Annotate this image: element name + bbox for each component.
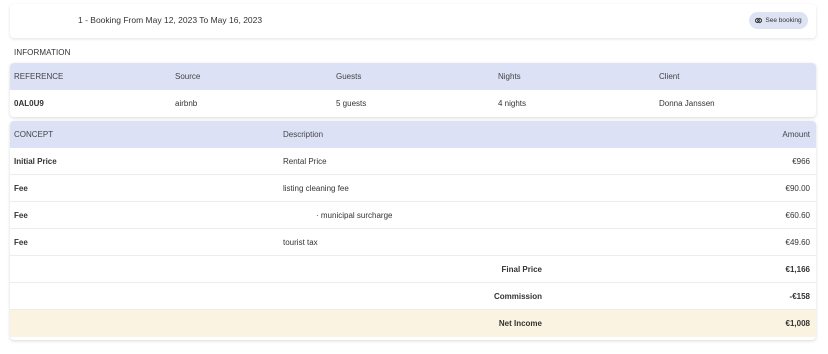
description-cell: · municipal surcharge bbox=[316, 210, 393, 220]
final-price-row: Final Price €1,166 bbox=[10, 256, 816, 283]
column-header-amount: Amount bbox=[782, 130, 810, 139]
information-row: 0AL0U9 airbnb 5 guests 4 nights Donna Ja… bbox=[10, 90, 816, 117]
concepts-table: CONCEPT Description Amount Initial Price… bbox=[10, 121, 816, 340]
amount-cell: €60.60 bbox=[785, 210, 810, 220]
amount-cell: €966 bbox=[792, 156, 810, 166]
booking-title: 1 - Booking From May 12, 2023 To May 16,… bbox=[78, 15, 263, 25]
concept-cell: Fee bbox=[14, 237, 28, 247]
description-cell: listing cleaning fee bbox=[283, 183, 349, 193]
column-header-reference: REFERENCE bbox=[14, 72, 64, 81]
commission-label: Commission bbox=[493, 291, 542, 301]
guests-value: 5 guests bbox=[336, 99, 367, 108]
table-row: Fee · municipal surcharge €60.60 bbox=[10, 202, 816, 229]
see-booking-button[interactable]: See booking bbox=[749, 12, 808, 29]
description-cell: Rental Price bbox=[283, 156, 327, 166]
concept-cell: Initial Price bbox=[14, 156, 57, 166]
table-row: Fee listing cleaning fee €90.00 bbox=[10, 175, 816, 202]
see-booking-label: See booking bbox=[765, 17, 802, 24]
amount-cell: €49.60 bbox=[785, 237, 810, 247]
concepts-header-row: CONCEPT Description Amount bbox=[10, 121, 816, 148]
column-header-nights: Nights bbox=[498, 72, 521, 81]
information-table: REFERENCE Source Guests Nights Client 0A… bbox=[10, 63, 816, 117]
column-header-guests: Guests bbox=[336, 72, 362, 81]
amount-cell: €90.00 bbox=[785, 183, 810, 193]
client-value: Donna Janssen bbox=[659, 99, 715, 108]
column-header-client: Client bbox=[659, 72, 680, 81]
table-row: Fee tourist tax €49.60 bbox=[10, 229, 816, 256]
column-header-source: Source bbox=[175, 72, 201, 81]
net-income-row: Net Income €1,008 bbox=[10, 310, 816, 337]
concept-cell: Fee bbox=[14, 183, 28, 193]
concept-cell: Fee bbox=[14, 210, 28, 220]
information-header-row: REFERENCE Source Guests Nights Client bbox=[10, 63, 816, 90]
table-row: Initial Price Rental Price €966 bbox=[10, 148, 816, 175]
column-header-description: Description bbox=[283, 130, 324, 139]
source-value: airbnb bbox=[175, 99, 198, 108]
commission-row: Commission -€158 bbox=[10, 283, 816, 310]
description-cell: tourist tax bbox=[283, 237, 318, 247]
booking-header: 1 - Booking From May 12, 2023 To May 16,… bbox=[10, 4, 816, 38]
commission-amount: -€158 bbox=[789, 291, 810, 301]
final-price-amount: €1,166 bbox=[785, 264, 810, 274]
column-header-concept: CONCEPT bbox=[14, 130, 54, 139]
nights-value: 4 nights bbox=[498, 99, 527, 108]
net-income-label: Net Income bbox=[498, 319, 542, 328]
information-label: INFORMATION bbox=[14, 48, 71, 57]
link-icon bbox=[755, 17, 763, 24]
final-price-label: Final Price bbox=[501, 264, 542, 274]
net-income-amount: €1,008 bbox=[785, 319, 810, 328]
reference-value: 0AL0U9 bbox=[14, 99, 44, 108]
